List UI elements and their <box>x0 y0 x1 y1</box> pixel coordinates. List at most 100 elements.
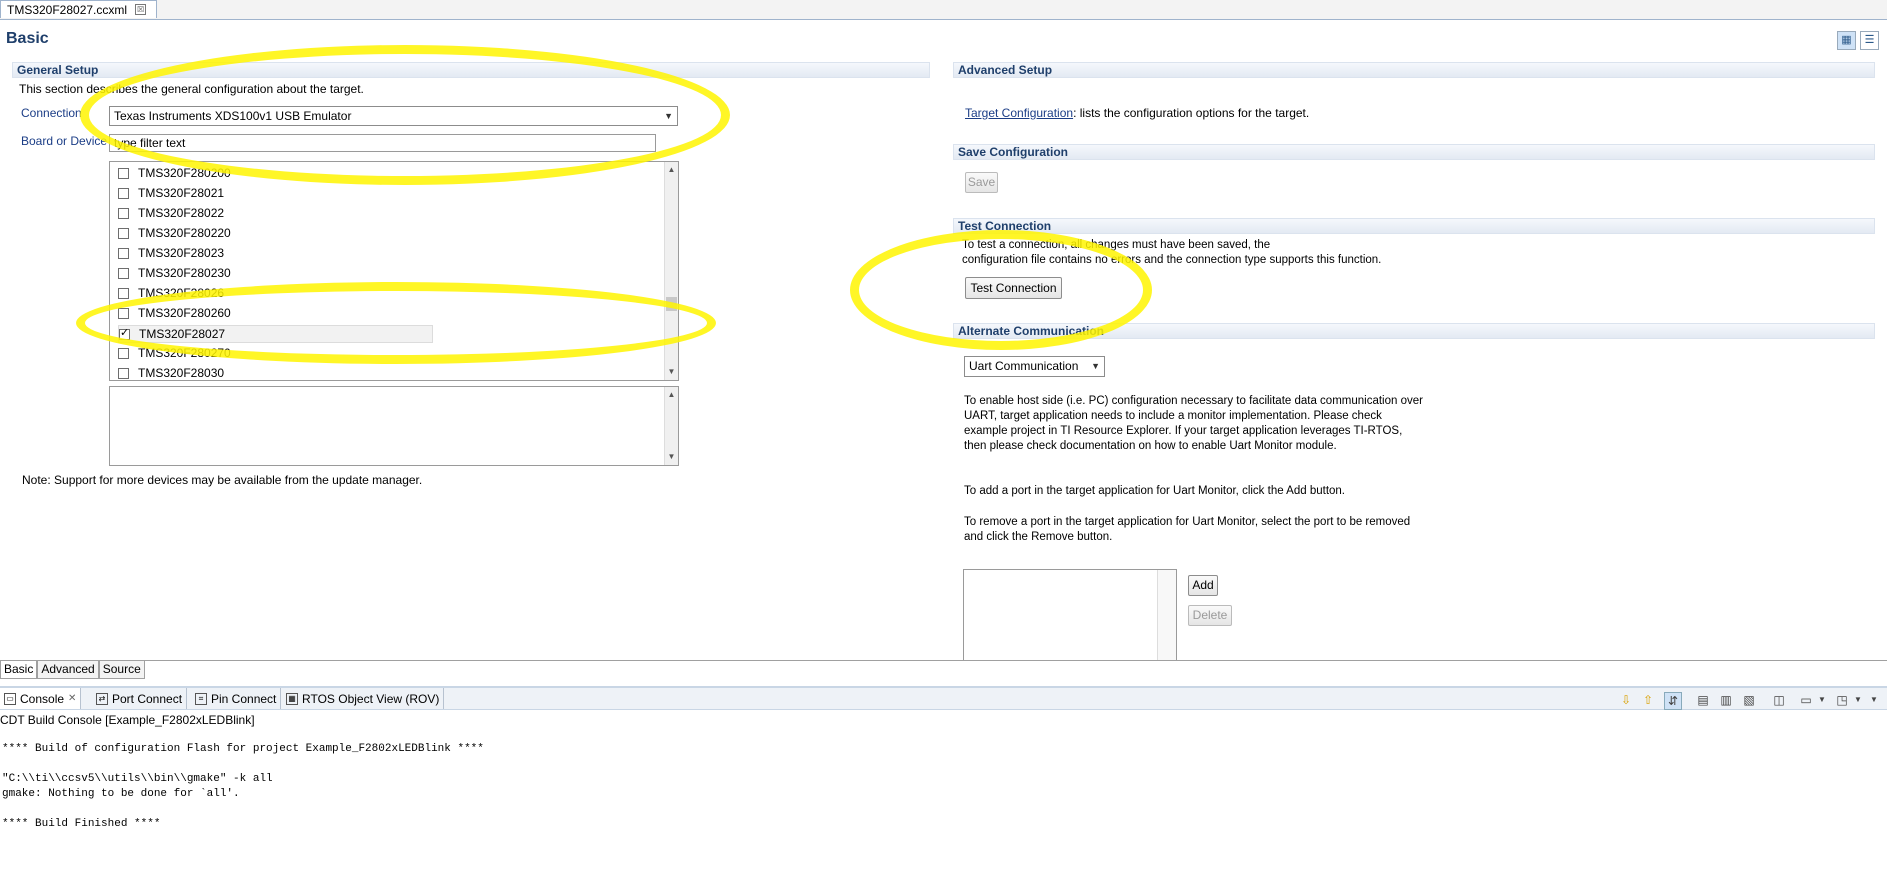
list-layout-icon[interactable]: ☰ <box>1860 31 1879 50</box>
chevron-down-icon: ▼ <box>664 111 673 121</box>
device-name: TMS320F280220 <box>138 226 231 240</box>
editor-tab-title: TMS320F28027.ccxml <box>7 2 128 17</box>
device-checkbox[interactable] <box>118 307 129 319</box>
device-name: TMS320F28026 <box>138 286 225 300</box>
device-checkbox[interactable] <box>118 207 129 219</box>
form-layout-icon[interactable]: ▦ <box>1837 31 1856 50</box>
scroll-thumb[interactable] <box>666 297 677 311</box>
device-checkbox[interactable] <box>118 347 129 359</box>
test-connection-heading: Test Connection <box>953 218 1875 234</box>
general-setup-description: This section describes the general confi… <box>19 82 364 96</box>
scroll-up-icon[interactable]: ▲ <box>665 164 678 176</box>
filter-input[interactable]: type filter text <box>109 134 656 152</box>
device-list[interactable]: ▲ ▼ TMS320F280200 TMS320F28021 TMS320F2802… <box>109 161 679 381</box>
view-menu-icon[interactable]: ▼ <box>1866 692 1882 708</box>
description-scrollbar[interactable]: ▲ ▼ <box>664 387 678 465</box>
scroll-lock-icon[interactable]: ⇵ <box>1664 692 1682 710</box>
device-list-item[interactable]: TMS320F280200 <box>118 165 231 181</box>
target-configuration-link[interactable]: Target Configuration <box>965 106 1073 120</box>
support-note: Note: Support for more devices may be av… <box>22 473 423 487</box>
editor-tab[interactable]: TMS320F28027.ccxml ☒ <box>0 0 158 18</box>
scroll-up-arrow-icon[interactable]: ⇧ <box>1640 692 1656 708</box>
device-list-item[interactable]: TMS320F280260 <box>118 305 231 321</box>
device-name: TMS320F280200 <box>138 166 231 180</box>
test-connection-line1: To test a connection, all changes must h… <box>962 239 1271 251</box>
console-view-bar: ▭ Console ✕ ⇄ Port Connect ⌗ Pin Connect… <box>0 686 1887 710</box>
communication-select[interactable]: Uart Communication ▼ <box>964 356 1105 377</box>
device-list-item[interactable]: TMS320F28030 <box>118 365 225 380</box>
device-list-scrollbar[interactable]: ▲ ▼ <box>664 162 678 380</box>
tab-advanced[interactable]: Advanced <box>37 661 99 679</box>
console-subtitle: CDT Build Console [Example_F2802xLEDBlin… <box>0 713 255 727</box>
device-list-item[interactable]: TMS320F28026 <box>118 285 224 301</box>
chevron-down-icon: ▼ <box>1091 361 1100 371</box>
uart-port-list[interactable] <box>963 569 1177 661</box>
tab-console[interactable]: ▭ Console ✕ <box>0 688 82 709</box>
tab-basic[interactable]: Basic <box>0 661 38 679</box>
device-checkbox[interactable] <box>118 367 129 379</box>
clear-console-icon[interactable]: ▤ <box>1695 692 1711 708</box>
copy-icon[interactable]: ▥ <box>1718 692 1734 708</box>
device-name: TMS320F280270 <box>138 346 231 360</box>
editor-tab-strip <box>0 0 1887 20</box>
device-name: TMS320F28027 <box>139 327 226 341</box>
editor-page-tabs: Basic Advanced Source <box>0 661 145 679</box>
board-device-label: Board or Device <box>21 134 108 148</box>
tab-pin-connect-label: Pin Connect <box>211 691 277 706</box>
scroll-down-arrow-icon[interactable]: ⇩ <box>1618 692 1634 708</box>
tab-source[interactable]: Source <box>98 661 145 679</box>
table-icon: ▦ <box>286 692 298 705</box>
tab-pin-connect[interactable]: ⌗ Pin Connect <box>191 688 282 709</box>
chevron-down-icon[interactable]: ▼ <box>1850 692 1866 708</box>
device-list-item[interactable]: TMS320F28022 <box>118 205 224 221</box>
device-checkbox[interactable] <box>119 326 130 340</box>
scroll-up-icon[interactable]: ▲ <box>665 389 678 401</box>
scroll-down-icon[interactable]: ▼ <box>665 451 678 463</box>
device-list-item[interactable]: TMS320F28023 <box>118 245 224 261</box>
device-checkbox[interactable] <box>118 267 129 279</box>
connection-select[interactable]: Texas Instruments XDS100v1 USB Emulator … <box>109 106 678 126</box>
communication-value: Uart Communication <box>969 359 1079 373</box>
alternate-communication-heading: Alternate Communication <box>953 323 1875 339</box>
device-name: TMS320F280230 <box>138 266 231 280</box>
delete-button[interactable]: Delete <box>1188 605 1232 626</box>
uart-add-paragraph: To add a port in the target application … <box>964 485 1345 497</box>
device-name: TMS320F28021 <box>138 186 225 200</box>
device-checkbox[interactable] <box>118 287 129 299</box>
close-icon[interactable]: ✕ <box>68 693 76 704</box>
target-configuration-row: Target Configuration: lists the configur… <box>965 106 1309 120</box>
device-list-item[interactable]: TMS320F28027 <box>118 325 433 343</box>
test-connection-text: To test a connection, all changes must h… <box>962 238 1381 268</box>
device-checkbox[interactable] <box>118 167 129 179</box>
connection-value: Texas Instruments XDS100v1 USB Emulator <box>114 109 352 123</box>
add-button[interactable]: Add <box>1188 575 1218 596</box>
pin-console-icon[interactable]: ▧ <box>1741 692 1757 708</box>
display-console-icon[interactable]: ▭ <box>1798 692 1814 708</box>
device-name: TMS320F28022 <box>138 206 225 220</box>
device-list-item[interactable]: TMS320F280230 <box>118 265 231 281</box>
device-checkbox[interactable] <box>118 187 129 199</box>
pin-connect-icon: ⌗ <box>195 692 207 705</box>
device-name: TMS320F28023 <box>138 246 225 260</box>
tab-port-connect[interactable]: ⇄ Port Connect <box>92 688 188 709</box>
test-connection-button[interactable]: Test Connection <box>965 277 1062 299</box>
device-list-item[interactable]: TMS320F280270 <box>118 345 231 361</box>
device-list-item[interactable]: TMS320F280220 <box>118 225 231 241</box>
scroll-down-icon[interactable]: ▼ <box>665 366 678 378</box>
advanced-setup-heading: Advanced Setup <box>953 62 1875 78</box>
device-list-item[interactable]: TMS320F28021 <box>118 185 224 201</box>
new-console-icon[interactable]: ◳ <box>1834 692 1850 708</box>
port-list-scrollbar[interactable] <box>1157 570 1176 661</box>
device-checkbox[interactable] <box>118 227 129 239</box>
save-configuration-heading: Save Configuration <box>953 144 1875 160</box>
tab-rtos-label: RTOS Object View (ROV) <box>302 691 440 706</box>
device-name: TMS320F28030 <box>138 366 225 380</box>
open-console-icon[interactable]: ◫ <box>1771 692 1787 708</box>
chevron-down-icon[interactable]: ▼ <box>1814 692 1830 708</box>
save-button[interactable]: Save <box>965 172 998 193</box>
close-icon[interactable]: ☒ <box>135 4 147 15</box>
device-checkbox[interactable] <box>118 247 129 259</box>
general-setup-heading: General Setup <box>12 62 930 78</box>
tab-rtos-object-view[interactable]: ▦ RTOS Object View (ROV) <box>282 688 445 709</box>
connection-label: Connection <box>21 106 82 120</box>
